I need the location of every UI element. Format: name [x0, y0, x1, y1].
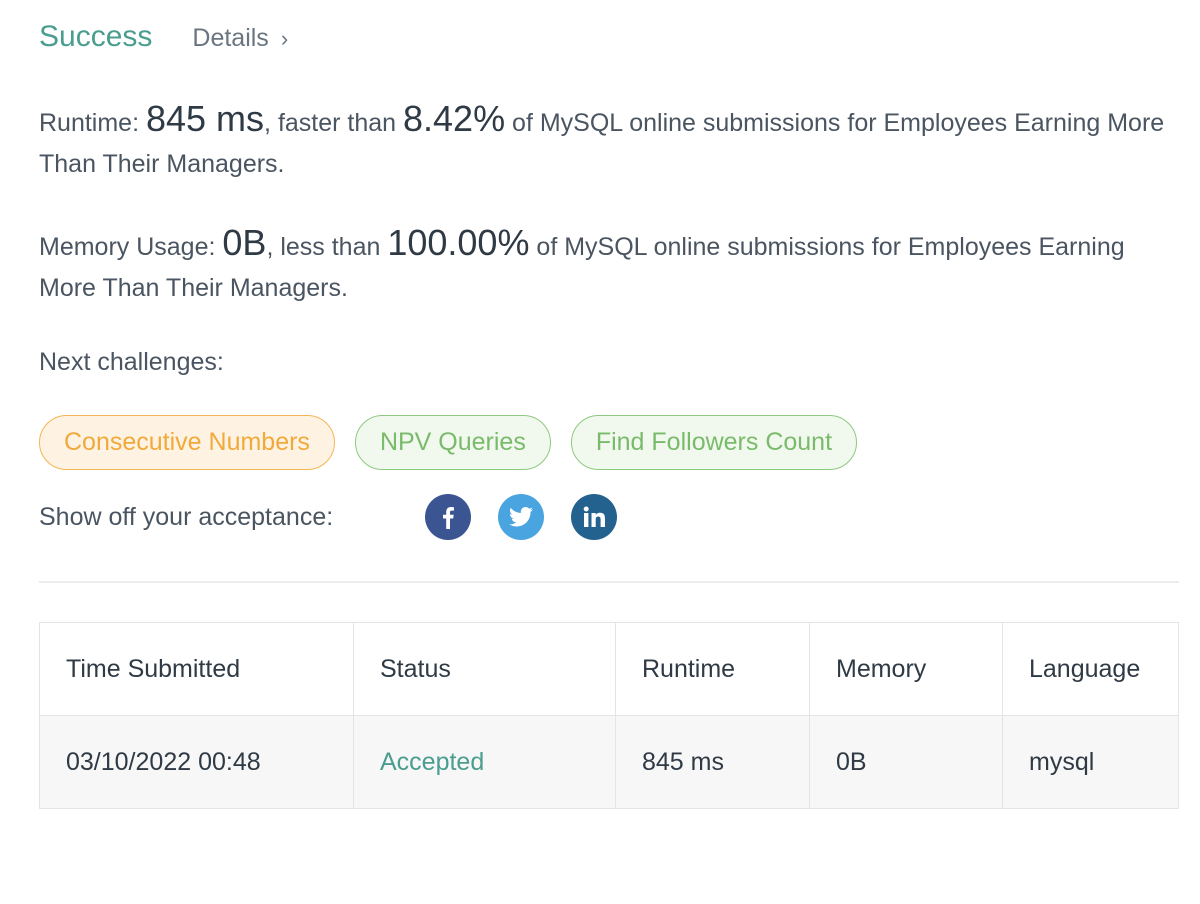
challenge-chip-find-followers-count[interactable]: Find Followers Count [570, 415, 858, 470]
details-link[interactable]: Details › [192, 24, 288, 53]
challenge-chip-consecutive-numbers[interactable]: Consecutive Numbers [39, 415, 335, 470]
cell-status-link[interactable]: Accepted [353, 715, 616, 809]
cell-memory: 0B [809, 715, 1003, 809]
chevron-right-icon: › [280, 25, 289, 51]
col-time-submitted: Time Submitted [39, 622, 354, 716]
table-row: 03/10/2022 00:48 Accepted 845 ms 0B mysq… [39, 715, 1179, 809]
runtime-stat: Runtime: 845 ms, faster than 8.42% of My… [39, 98, 1169, 185]
cell-language: mysql [1002, 715, 1179, 809]
runtime-value: 845 ms [145, 98, 265, 139]
col-status: Status [353, 622, 616, 716]
memory-percent: 100.00% [387, 222, 530, 263]
section-divider [39, 581, 1179, 583]
facebook-icon[interactable] [425, 494, 471, 540]
cell-time-submitted: 03/10/2022 00:48 [39, 715, 354, 809]
runtime-percent: 8.42% [403, 98, 506, 139]
col-language: Language [1002, 622, 1179, 716]
status-title: Success [39, 20, 153, 53]
memory-stat: Memory Usage: 0B, less than 100.00% of M… [39, 222, 1169, 309]
col-memory: Memory [809, 622, 1003, 716]
twitter-icon[interactable] [498, 494, 544, 540]
submissions-table: Time Submitted Status Runtime Memory Lan… [39, 622, 1179, 809]
details-label: Details [192, 24, 269, 52]
runtime-label: Runtime: [39, 109, 146, 137]
submission-result-page: Success Details › Runtime: 845 ms, faste… [0, 0, 1200, 904]
challenge-chip-npv-queries[interactable]: NPV Queries [354, 415, 551, 470]
memory-label: Memory Usage: [39, 233, 223, 261]
col-runtime: Runtime [615, 622, 810, 716]
runtime-mid-text: , faster than [264, 109, 404, 137]
result-header: Success Details › [39, 20, 288, 54]
next-challenges-label: Next challenges: [39, 348, 224, 376]
memory-mid-text: , less than [266, 233, 388, 261]
memory-value: 0B [222, 222, 267, 263]
share-row: Show off your acceptance: [39, 494, 644, 540]
linkedin-icon[interactable] [571, 494, 617, 540]
table-header-row: Time Submitted Status Runtime Memory Lan… [39, 622, 1179, 716]
cell-runtime: 845 ms [615, 715, 810, 809]
next-challenges-list: Consecutive Numbers NPV Queries Find Fol… [39, 415, 858, 470]
share-label: Show off your acceptance: [39, 502, 334, 531]
